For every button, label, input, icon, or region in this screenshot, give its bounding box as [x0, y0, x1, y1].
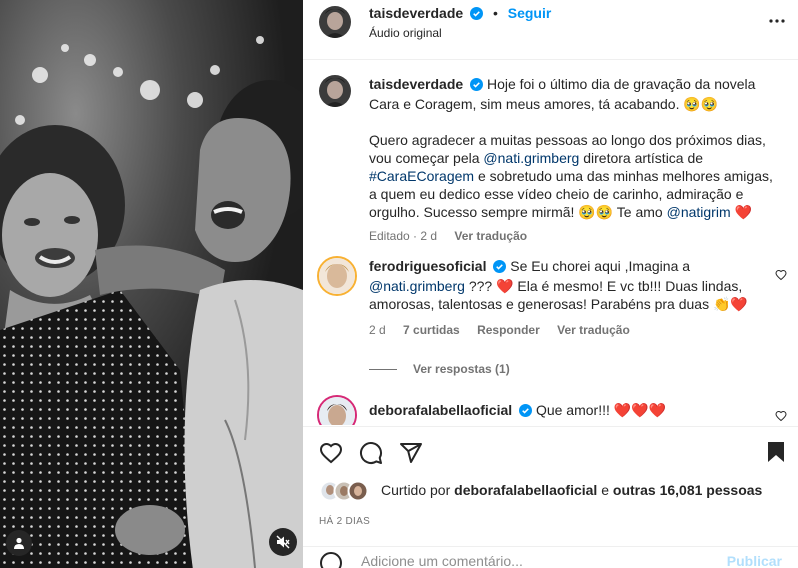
- author-avatar[interactable]: [319, 6, 351, 38]
- commenter-avatar[interactable]: [317, 395, 357, 425]
- heart-outline-icon: [775, 269, 787, 281]
- likes-middle: e: [601, 482, 610, 498]
- tagged-users-button[interactable]: [6, 530, 32, 556]
- reply-divider: [369, 369, 397, 371]
- comment-time[interactable]: 2 d: [369, 323, 386, 337]
- comment-bubble-icon: [359, 441, 382, 464]
- caption-avatar-image: [319, 75, 351, 107]
- comment-button[interactable]: [359, 441, 383, 470]
- bookmark-filled-icon: [768, 442, 784, 462]
- likes-others[interactable]: outras 16,081 pessoas: [613, 482, 762, 498]
- comment-meta: 2 d 7 curtidas Responder Ver tradução: [369, 321, 769, 339]
- like-comment-button[interactable]: [775, 268, 787, 286]
- commenter-username[interactable]: deborafalabellaoficial: [369, 402, 512, 418]
- like-button[interactable]: [319, 441, 343, 470]
- caption-text-2b: diretora artística de: [583, 150, 704, 166]
- see-translation-button[interactable]: Ver tradução: [454, 229, 527, 243]
- post-header: taisdeverdade • Seguir Áudio original: [303, 0, 798, 60]
- caption-username[interactable]: taisdeverdade: [369, 76, 463, 92]
- verified-badge-icon: [470, 7, 484, 23]
- commenter-avatar[interactable]: [317, 256, 357, 296]
- liker-username[interactable]: deborafalabellaoficial: [454, 482, 597, 498]
- view-replies-label: Ver respostas (1): [413, 362, 510, 376]
- send-paper-plane-icon: [400, 443, 422, 463]
- comment-mention-link[interactable]: @nati.grimberg: [369, 278, 465, 294]
- follow-button[interactable]: Seguir: [508, 5, 552, 21]
- emoji-picker-button[interactable]: [319, 551, 343, 568]
- mute-audio-button[interactable]: [269, 528, 297, 556]
- liker-avatars: [319, 480, 379, 502]
- red-heart-icon: ❤️: [734, 204, 752, 220]
- reply-button[interactable]: Responder: [477, 323, 540, 337]
- comment-input[interactable]: Adicione um comentário...: [361, 553, 523, 568]
- commenter-avatar-image: [319, 397, 355, 425]
- post-media[interactable]: [0, 0, 303, 568]
- comment-item: deborafalabellaoficial Que amor!!! ❤️❤️❤…: [317, 395, 787, 425]
- heart-outline-icon: [319, 442, 343, 464]
- person-icon: [14, 537, 24, 549]
- post-detail-panel: taisdeverdade • Seguir Áudio original ta…: [303, 0, 798, 568]
- comment-text: Que amor!!! ❤️❤️❤️: [535, 402, 667, 418]
- commenter-avatar-image: [319, 258, 355, 294]
- share-button[interactable]: [399, 441, 423, 470]
- more-horizontal-icon: [769, 19, 785, 23]
- smiley-icon: [320, 552, 342, 568]
- caption-author-avatar[interactable]: [319, 75, 351, 107]
- author-avatar-image: [319, 6, 351, 38]
- publish-comment-button[interactable]: Publicar: [727, 553, 782, 568]
- mention-link-2[interactable]: @natigrim: [667, 204, 731, 220]
- caption-edited-time[interactable]: Editado · 2 d: [369, 229, 437, 243]
- author-username[interactable]: taisdeverdade: [369, 5, 463, 21]
- verified-badge-icon: [519, 403, 533, 421]
- audio-label[interactable]: Áudio original: [369, 26, 442, 40]
- hashtag-link[interactable]: #CaraECoragem: [369, 168, 474, 184]
- commenter-username[interactable]: ferodriguesoficial: [369, 258, 486, 274]
- post-timestamp[interactable]: HÁ 2 DIAS: [319, 516, 370, 527]
- caption-meta: Editado · 2 d Ver tradução: [369, 227, 781, 245]
- verified-badge-icon: [470, 77, 484, 95]
- mention-link[interactable]: @nati.grimberg: [483, 150, 579, 166]
- post-actions: Curtido por deborafalabellaoficial e out…: [303, 426, 798, 546]
- heart-outline-icon: [775, 410, 787, 422]
- more-options-button[interactable]: [768, 12, 786, 35]
- comment-see-translation-button[interactable]: Ver tradução: [557, 323, 630, 337]
- save-button[interactable]: [766, 441, 786, 468]
- like-comment-button[interactable]: [775, 409, 787, 425]
- comment-body: ferodriguesoficial Se Eu chorei aqui ,Im…: [369, 257, 769, 339]
- post-video-frame: [0, 0, 303, 568]
- comment-likes-count[interactable]: 7 curtidas: [403, 323, 460, 337]
- comment-body: deborafalabellaoficial Que amor!!! ❤️❤️❤…: [369, 401, 769, 421]
- likes-prefix: Curtido por: [381, 482, 451, 498]
- speaker-muted-icon: [276, 535, 290, 549]
- verified-badge-icon: [493, 259, 507, 277]
- add-comment-bar: Adicione um comentário... Publicar: [303, 546, 798, 568]
- comments-list[interactable]: taisdeverdade Hoje foi o último dia de g…: [303, 61, 798, 425]
- comment-text-a: Se Eu chorei aqui ,Imagina a: [510, 258, 691, 274]
- separator-dot: •: [492, 5, 498, 21]
- post-caption: taisdeverdade Hoje foi o último dia de g…: [369, 75, 781, 245]
- view-replies-button[interactable]: Ver respostas (1): [369, 362, 510, 376]
